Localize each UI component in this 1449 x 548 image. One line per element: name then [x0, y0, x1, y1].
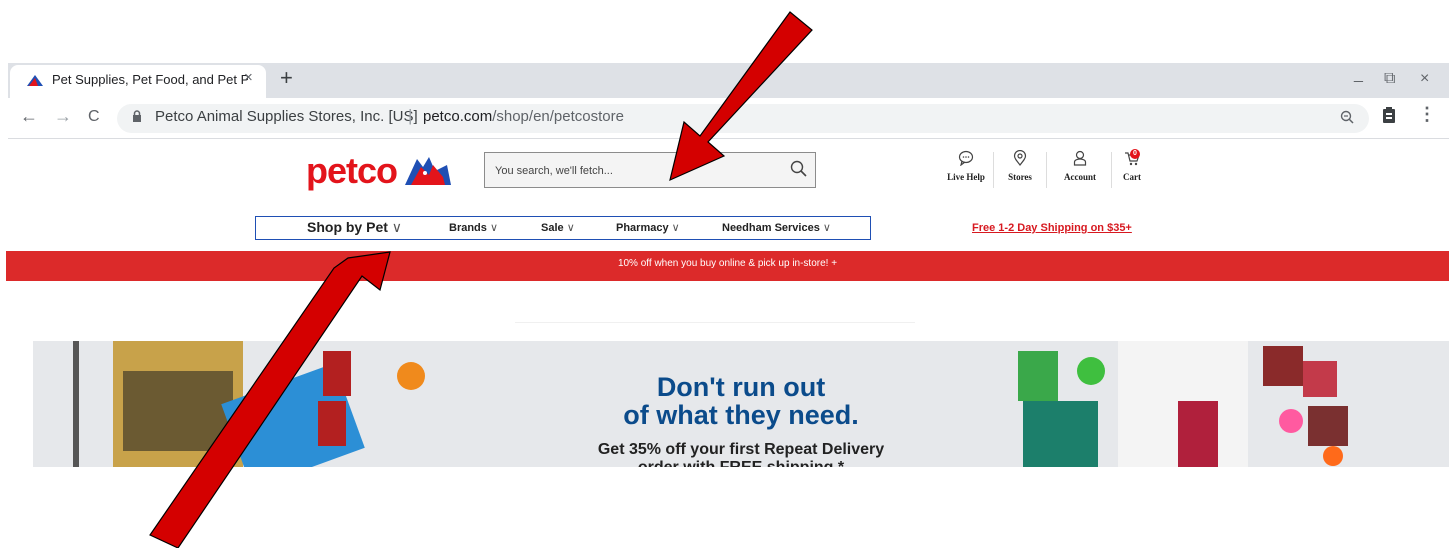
- annotation-arrows: [149, 11, 813, 548]
- annotation-arrow-to-nav: [149, 251, 391, 548]
- annotation-arrow-to-search: [669, 11, 813, 182]
